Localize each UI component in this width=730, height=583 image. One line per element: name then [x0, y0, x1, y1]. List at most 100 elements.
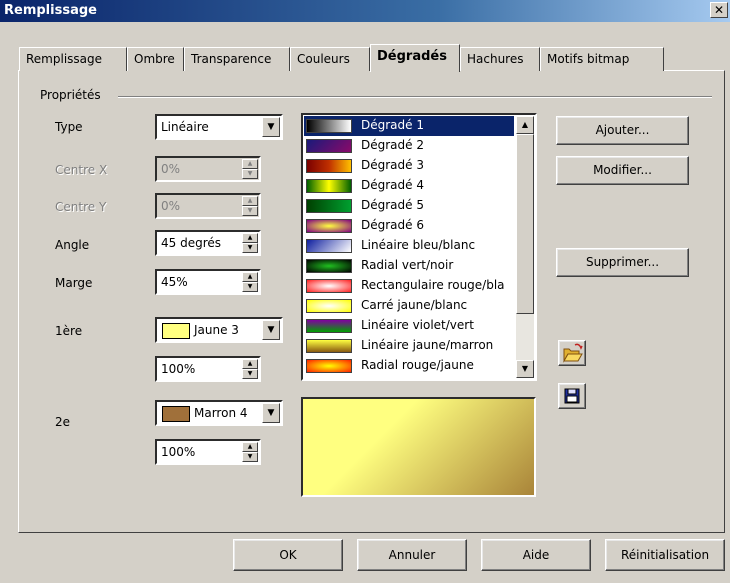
- gradient-list[interactable]: Dégradé 1 Dégradé 2 Dégradé 3 Dégradé 4 Dégr…: [301, 113, 537, 381]
- deuxieme-color-select[interactable]: Marron 4 ▼: [155, 400, 283, 426]
- gradient-thumbnail: [306, 239, 352, 253]
- annuler-label: Annuler: [388, 548, 436, 562]
- gradient-preview: [301, 397, 536, 497]
- spin-down-icon[interactable]: ▼: [242, 206, 258, 216]
- save-button[interactable]: [558, 383, 586, 409]
- annuler-button[interactable]: Annuler: [357, 539, 467, 571]
- premiere-intensity-field[interactable]: 100% ▲ ▼: [155, 356, 261, 382]
- deuxieme-intensity-field[interactable]: 100% ▲ ▼: [155, 439, 261, 465]
- tab-remplissage[interactable]: Remplissage: [19, 47, 127, 71]
- ok-button[interactable]: OK: [233, 539, 343, 571]
- centre-x-field[interactable]: 0% ▲ ▼: [155, 156, 261, 182]
- ajouter-button[interactable]: Ajouter...: [556, 116, 689, 145]
- gradient-list-item[interactable]: Dégradé 6: [304, 216, 514, 236]
- gradient-list-item[interactable]: Carré jaune/blanc: [304, 296, 514, 316]
- premiere-intensity-spinner[interactable]: ▲ ▼: [242, 359, 258, 379]
- angle-label: Angle: [55, 238, 90, 252]
- reinitialisation-button[interactable]: Réinitialisation: [605, 539, 725, 571]
- centre-y-value: 0%: [161, 199, 181, 213]
- gradient-list-item[interactable]: Dégradé 1: [304, 116, 514, 136]
- deuxieme-color-name: Marron 4: [194, 406, 248, 420]
- spin-up-icon[interactable]: ▲: [242, 159, 258, 169]
- chevron-down-icon[interactable]: ▼: [262, 320, 280, 340]
- spin-up-icon[interactable]: ▲: [242, 359, 258, 369]
- spin-up-icon[interactable]: ▲: [242, 442, 258, 452]
- gradient-name: Dégradé 3: [361, 158, 424, 172]
- gradient-list-item[interactable]: Dégradé 5: [304, 196, 514, 216]
- chevron-down-icon[interactable]: ▼: [262, 403, 280, 423]
- gradient-name: Dégradé 5: [361, 198, 424, 212]
- tab-motifs-bitmap[interactable]: Motifs bitmap: [540, 47, 664, 71]
- type-value: Linéaire: [161, 120, 209, 134]
- scroll-thumb[interactable]: [516, 134, 534, 314]
- modifier-button[interactable]: Modifier...: [556, 156, 689, 185]
- spin-down-icon[interactable]: ▼: [242, 282, 258, 292]
- gradient-list-item[interactable]: Radial vert/noir: [304, 256, 514, 276]
- reinitialisation-label: Réinitialisation: [620, 548, 710, 562]
- gradient-list-item[interactable]: Linéaire bleu/blanc: [304, 236, 514, 256]
- tab-degrades[interactable]: Dégradés: [370, 44, 460, 72]
- aide-button[interactable]: Aide: [481, 539, 591, 571]
- angle-field[interactable]: 45 degrés ▲ ▼: [155, 230, 261, 256]
- aide-label: Aide: [522, 548, 550, 562]
- save-disk-icon: [564, 388, 580, 404]
- chevron-down-icon[interactable]: ▼: [262, 117, 280, 137]
- centre-x-spinner[interactable]: ▲ ▼: [242, 159, 258, 179]
- gradient-name: Dégradé 1: [361, 118, 424, 132]
- gradient-list-item[interactable]: Dégradé 2: [304, 136, 514, 156]
- centre-y-field[interactable]: 0% ▲ ▼: [155, 193, 261, 219]
- gradient-thumbnail: [306, 139, 352, 153]
- close-button[interactable]: ✕: [710, 2, 728, 18]
- spin-down-icon[interactable]: ▼: [242, 452, 258, 462]
- spin-down-icon[interactable]: ▼: [242, 243, 258, 253]
- deuxieme-color-swatch: [162, 406, 190, 422]
- gradient-name: Linéaire bleu/blanc: [361, 238, 476, 252]
- gradient-name: Linéaire jaune/marron: [361, 338, 494, 352]
- marge-value: 45%: [161, 275, 188, 289]
- premiere-color-swatch: [162, 323, 190, 339]
- tab-transparence[interactable]: Transparence: [184, 47, 290, 71]
- open-folder-button[interactable]: [558, 340, 586, 366]
- marge-field[interactable]: 45% ▲ ▼: [155, 269, 261, 295]
- spin-up-icon[interactable]: ▲: [242, 272, 258, 282]
- centre-y-spinner[interactable]: ▲ ▼: [242, 196, 258, 216]
- gradient-thumbnail: [306, 259, 352, 273]
- spin-down-icon[interactable]: ▼: [242, 169, 258, 179]
- marge-label: Marge: [55, 276, 93, 290]
- gradient-list-item[interactable]: Rectangulaire rouge/bla: [304, 276, 514, 296]
- gradient-thumbnail: [306, 219, 352, 233]
- supprimer-button[interactable]: Supprimer...: [556, 248, 689, 277]
- gradient-list-item[interactable]: Linéaire violet/vert: [304, 316, 514, 336]
- gradient-thumbnail: [306, 119, 352, 133]
- deuxieme-label: 2e: [55, 415, 71, 429]
- gradient-list-item[interactable]: Dégradé 3: [304, 156, 514, 176]
- gradient-thumbnail: [306, 199, 352, 213]
- angle-value: 45 degrés: [161, 236, 222, 250]
- marge-spinner[interactable]: ▲ ▼: [242, 272, 258, 292]
- tab-couleurs[interactable]: Couleurs: [290, 47, 370, 71]
- gradient-list-item[interactable]: Linéaire jaune/marron: [304, 336, 514, 356]
- spin-up-icon[interactable]: ▲: [242, 233, 258, 243]
- scroll-down-icon[interactable]: ▼: [516, 360, 534, 378]
- premiere-color-select[interactable]: Jaune 3 ▼: [155, 317, 283, 343]
- type-label: Type: [55, 120, 83, 134]
- gradient-list-item[interactable]: Dégradé 4: [304, 176, 514, 196]
- supprimer-label: Supprimer...: [585, 255, 660, 269]
- scroll-up-icon[interactable]: ▲: [516, 116, 534, 134]
- gradient-name: Dégradé 6: [361, 218, 424, 232]
- angle-spinner[interactable]: ▲ ▼: [242, 233, 258, 253]
- tab-hachures[interactable]: Hachures: [460, 47, 540, 71]
- premiere-intensity-value: 100%: [161, 362, 196, 376]
- list-scrollbar[interactable]: ▲ ▼: [516, 116, 534, 378]
- group-divider: [118, 96, 712, 98]
- deuxieme-intensity-spinner[interactable]: ▲ ▼: [242, 442, 258, 462]
- gradient-list-item[interactable]: Radial rouge/jaune: [304, 356, 514, 376]
- type-select[interactable]: Linéaire ▼: [155, 114, 283, 140]
- spin-down-icon[interactable]: ▼: [242, 369, 258, 379]
- window-title: Remplissage: [4, 3, 97, 18]
- tab-ombre[interactable]: Ombre: [127, 47, 184, 71]
- centre-x-value: 0%: [161, 162, 181, 176]
- spin-up-icon[interactable]: ▲: [242, 196, 258, 206]
- gradient-thumbnail: [306, 179, 352, 193]
- premiere-label: 1ère: [55, 324, 83, 338]
